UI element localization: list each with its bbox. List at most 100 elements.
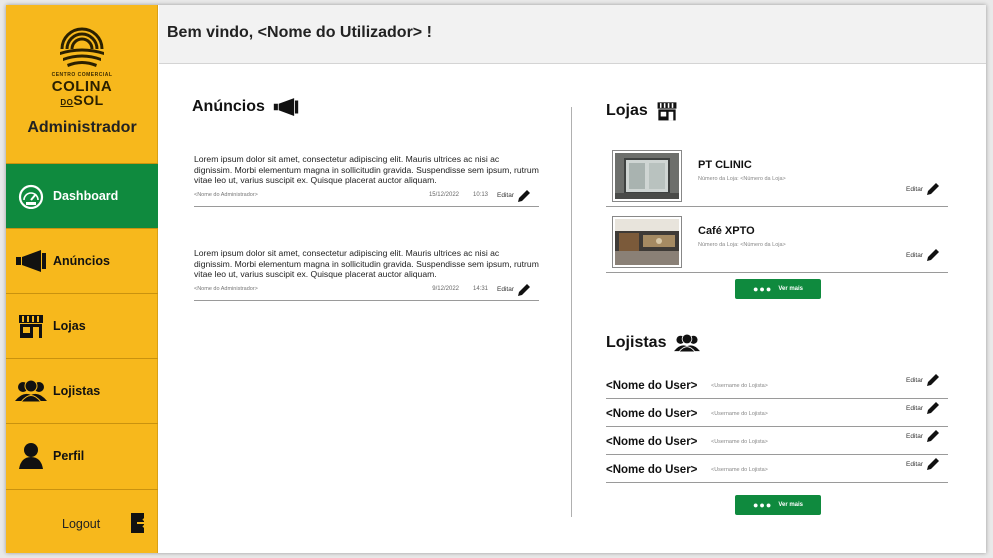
- logo-do: DO: [60, 98, 74, 107]
- top-header: Bem vindo, <Nome do Utilizador> !: [159, 5, 986, 64]
- section-title: Lojas: [606, 102, 648, 119]
- edit-label: Editar: [906, 432, 923, 440]
- announcement-meta: <Nome do Administrador> 15/12/2022 10:13…: [194, 188, 539, 206]
- tenant-name: <Nome do User>: [606, 408, 698, 420]
- sidebar: CENTRO COMERCIAL COLINA DOSOL Administra…: [6, 5, 158, 553]
- person-icon: [14, 441, 48, 471]
- edit-label: Editar: [906, 251, 923, 259]
- announcement-date: 15/12/2022: [428, 191, 459, 198]
- logout-button[interactable]: Logout: [6, 489, 158, 553]
- nav-label: Perfil: [53, 449, 85, 463]
- dots-icon: ●●●: [753, 284, 773, 294]
- megaphone-icon: [14, 246, 48, 276]
- pencil-icon: [927, 430, 939, 442]
- tenant-row[interactable]: <Nome do User> <Username do Lojista> Edi…: [606, 371, 948, 399]
- welcome-message: Bem vindo, <Nome do Utilizador> !: [167, 24, 432, 41]
- store-thumbnail: [612, 216, 682, 268]
- tenants-see-more-button[interactable]: ●●● Ver mais: [735, 495, 821, 515]
- announcement-date: 9/12/2022: [432, 285, 459, 292]
- edit-store-button[interactable]: Editar: [906, 182, 940, 196]
- store-icon: [657, 102, 677, 121]
- pencil-icon: [518, 283, 530, 296]
- store-number: Número da Loja: <Número da Loja>: [698, 176, 786, 182]
- section-title: Lojistas: [606, 334, 667, 351]
- edit-label: Editar: [906, 404, 923, 412]
- edit-announcement-button[interactable]: Editar: [497, 189, 531, 203]
- group-icon: [14, 376, 48, 406]
- pencil-icon: [927, 374, 939, 386]
- logo-sol-text: SOL: [73, 92, 104, 108]
- announcement-time: 10:13: [472, 191, 488, 198]
- stores-title: Lojas: [606, 100, 678, 122]
- nav-label: Anúncios: [53, 254, 110, 268]
- announcement-text: Lorem ipsum dolor sit amet, consectetur …: [194, 154, 539, 185]
- edit-tenant-button[interactable]: Editar: [906, 401, 940, 415]
- tenant-username: <Username do Lojista>: [711, 467, 768, 473]
- app-window: CENTRO COMERCIAL COLINA DOSOL Administra…: [6, 5, 986, 553]
- nav-item-lojistas[interactable]: Lojistas: [6, 358, 158, 423]
- tenant-row[interactable]: <Nome do User> <Username do Lojista> Edi…: [606, 427, 948, 455]
- store-item[interactable]: PT CLINIC Número da Loja: <Número da Loj…: [606, 145, 948, 207]
- store-item[interactable]: Café XPTO Número da Loja: <Número da Loj…: [606, 211, 948, 273]
- announcement-item: Lorem ipsum dolor sit amet, consectetur …: [194, 154, 539, 207]
- tenant-username: <Username do Lojista>: [711, 439, 768, 445]
- section-title: Anúncios: [192, 98, 265, 115]
- logout-label: Logout: [62, 517, 101, 531]
- edit-label: Editar: [497, 286, 514, 293]
- logout-icon: [131, 513, 150, 533]
- store-thumbnail: [612, 150, 682, 202]
- dots-icon: ●●●: [753, 500, 773, 510]
- pencil-icon: [518, 189, 530, 202]
- brand: CENTRO COMERCIAL COLINA DOSOL Administra…: [6, 5, 158, 163]
- tenant-username: <Username do Lojista>: [711, 411, 768, 417]
- edit-label: Editar: [906, 460, 923, 468]
- button-label: Ver mais: [778, 502, 803, 508]
- announcements-title: Anúncios: [192, 97, 299, 117]
- nav-item-perfil[interactable]: Perfil: [6, 423, 158, 488]
- edit-announcement-button[interactable]: Editar: [497, 283, 531, 297]
- tenant-row[interactable]: <Nome do User> <Username do Lojista> Edi…: [606, 455, 948, 483]
- announcement-author: <Nome do Administrador>: [194, 285, 258, 292]
- nav-label: Lojas: [53, 319, 86, 333]
- announcement-item: Lorem ipsum dolor sit amet, consectetur …: [194, 248, 539, 301]
- tenant-row[interactable]: <Nome do User> <Username do Lojista> Edi…: [606, 399, 948, 427]
- pencil-icon: [927, 402, 939, 414]
- pencil-icon: [927, 183, 939, 195]
- edit-tenant-button[interactable]: Editar: [906, 429, 940, 443]
- nav-label: Dashboard: [53, 189, 119, 203]
- announcement-author: <Nome do Administrador>: [194, 191, 258, 198]
- stores-see-more-button[interactable]: ●●● Ver mais: [735, 279, 821, 299]
- tenant-name: <Nome do User>: [606, 436, 698, 448]
- edit-label: Editar: [906, 376, 923, 384]
- announcement-text: Lorem ipsum dolor sit amet, consectetur …: [194, 248, 539, 279]
- edit-label: Editar: [497, 192, 514, 199]
- megaphone-icon: [273, 98, 299, 116]
- tenant-username: <Username do Lojista>: [711, 383, 768, 389]
- store-icon: [14, 311, 48, 341]
- tenants-title: Lojistas: [606, 333, 701, 353]
- store-number: Número da Loja: <Número da Loja>: [698, 242, 786, 248]
- edit-tenant-button[interactable]: Editar: [906, 373, 940, 387]
- gauge-icon: [14, 181, 48, 211]
- store-name: PT CLINIC: [698, 159, 752, 171]
- announcement-meta: <Nome do Administrador> 9/12/2022 14:31 …: [194, 282, 539, 300]
- logo-sol: DOSOL: [6, 92, 158, 108]
- pencil-icon: [927, 249, 939, 261]
- store-name: Café XPTO: [698, 225, 755, 237]
- group-icon: [674, 333, 701, 353]
- tenant-name: <Nome do User>: [606, 464, 698, 476]
- edit-tenant-button[interactable]: Editar: [906, 457, 940, 471]
- role-title: Administrador: [27, 119, 137, 136]
- logo-emblem-icon: [60, 27, 104, 67]
- column-divider: [571, 107, 572, 517]
- announcement-time: 14:31: [472, 285, 488, 292]
- button-label: Ver mais: [778, 286, 803, 292]
- tenant-name: <Nome do User>: [606, 380, 698, 392]
- nav-item-dashboard[interactable]: Dashboard: [6, 163, 158, 228]
- pencil-icon: [927, 458, 939, 470]
- edit-store-button[interactable]: Editar: [906, 248, 940, 262]
- edit-label: Editar: [906, 185, 923, 193]
- nav-item-anuncios[interactable]: Anúncios: [6, 228, 158, 293]
- nav-item-lojas[interactable]: Lojas: [6, 293, 158, 358]
- nav-label: Lojistas: [53, 384, 101, 398]
